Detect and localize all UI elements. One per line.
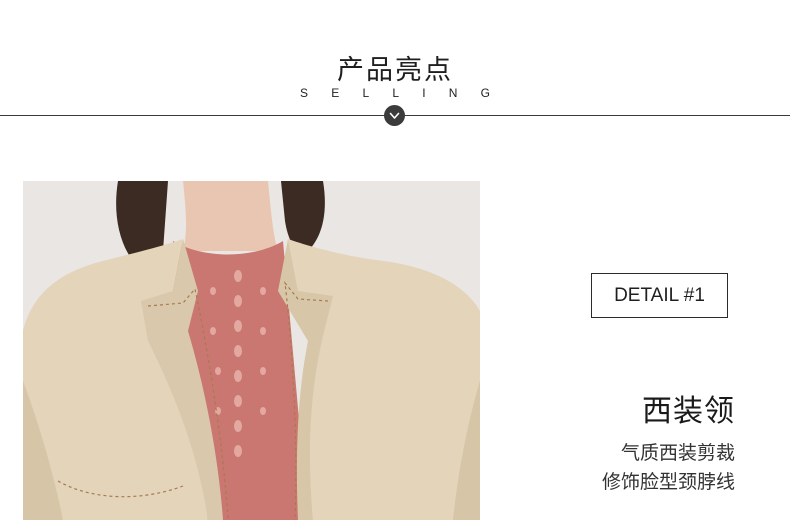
detail-description-line: 气质西装剪裁: [620, 442, 735, 464]
product-photo: [23, 181, 480, 520]
subtitle-letter: I: [422, 86, 426, 100]
detail-heading: 西装领: [642, 394, 735, 429]
subtitle-letter: G: [480, 86, 490, 100]
detail-description-line: 修饰脸型颈脖线: [601, 471, 735, 493]
section-subtitle: S E L L I N G: [300, 86, 490, 100]
subtitle-letter: L: [392, 86, 400, 100]
detail-badge: DETAIL #1: [591, 273, 728, 318]
subtitle-letter: N: [448, 86, 458, 100]
subtitle-letter: L: [362, 86, 370, 100]
section-title: 产品亮点: [337, 55, 453, 86]
chevron-down-icon: [384, 105, 405, 126]
subtitle-letter: S: [300, 86, 309, 100]
subtitle-letter: E: [331, 86, 340, 100]
